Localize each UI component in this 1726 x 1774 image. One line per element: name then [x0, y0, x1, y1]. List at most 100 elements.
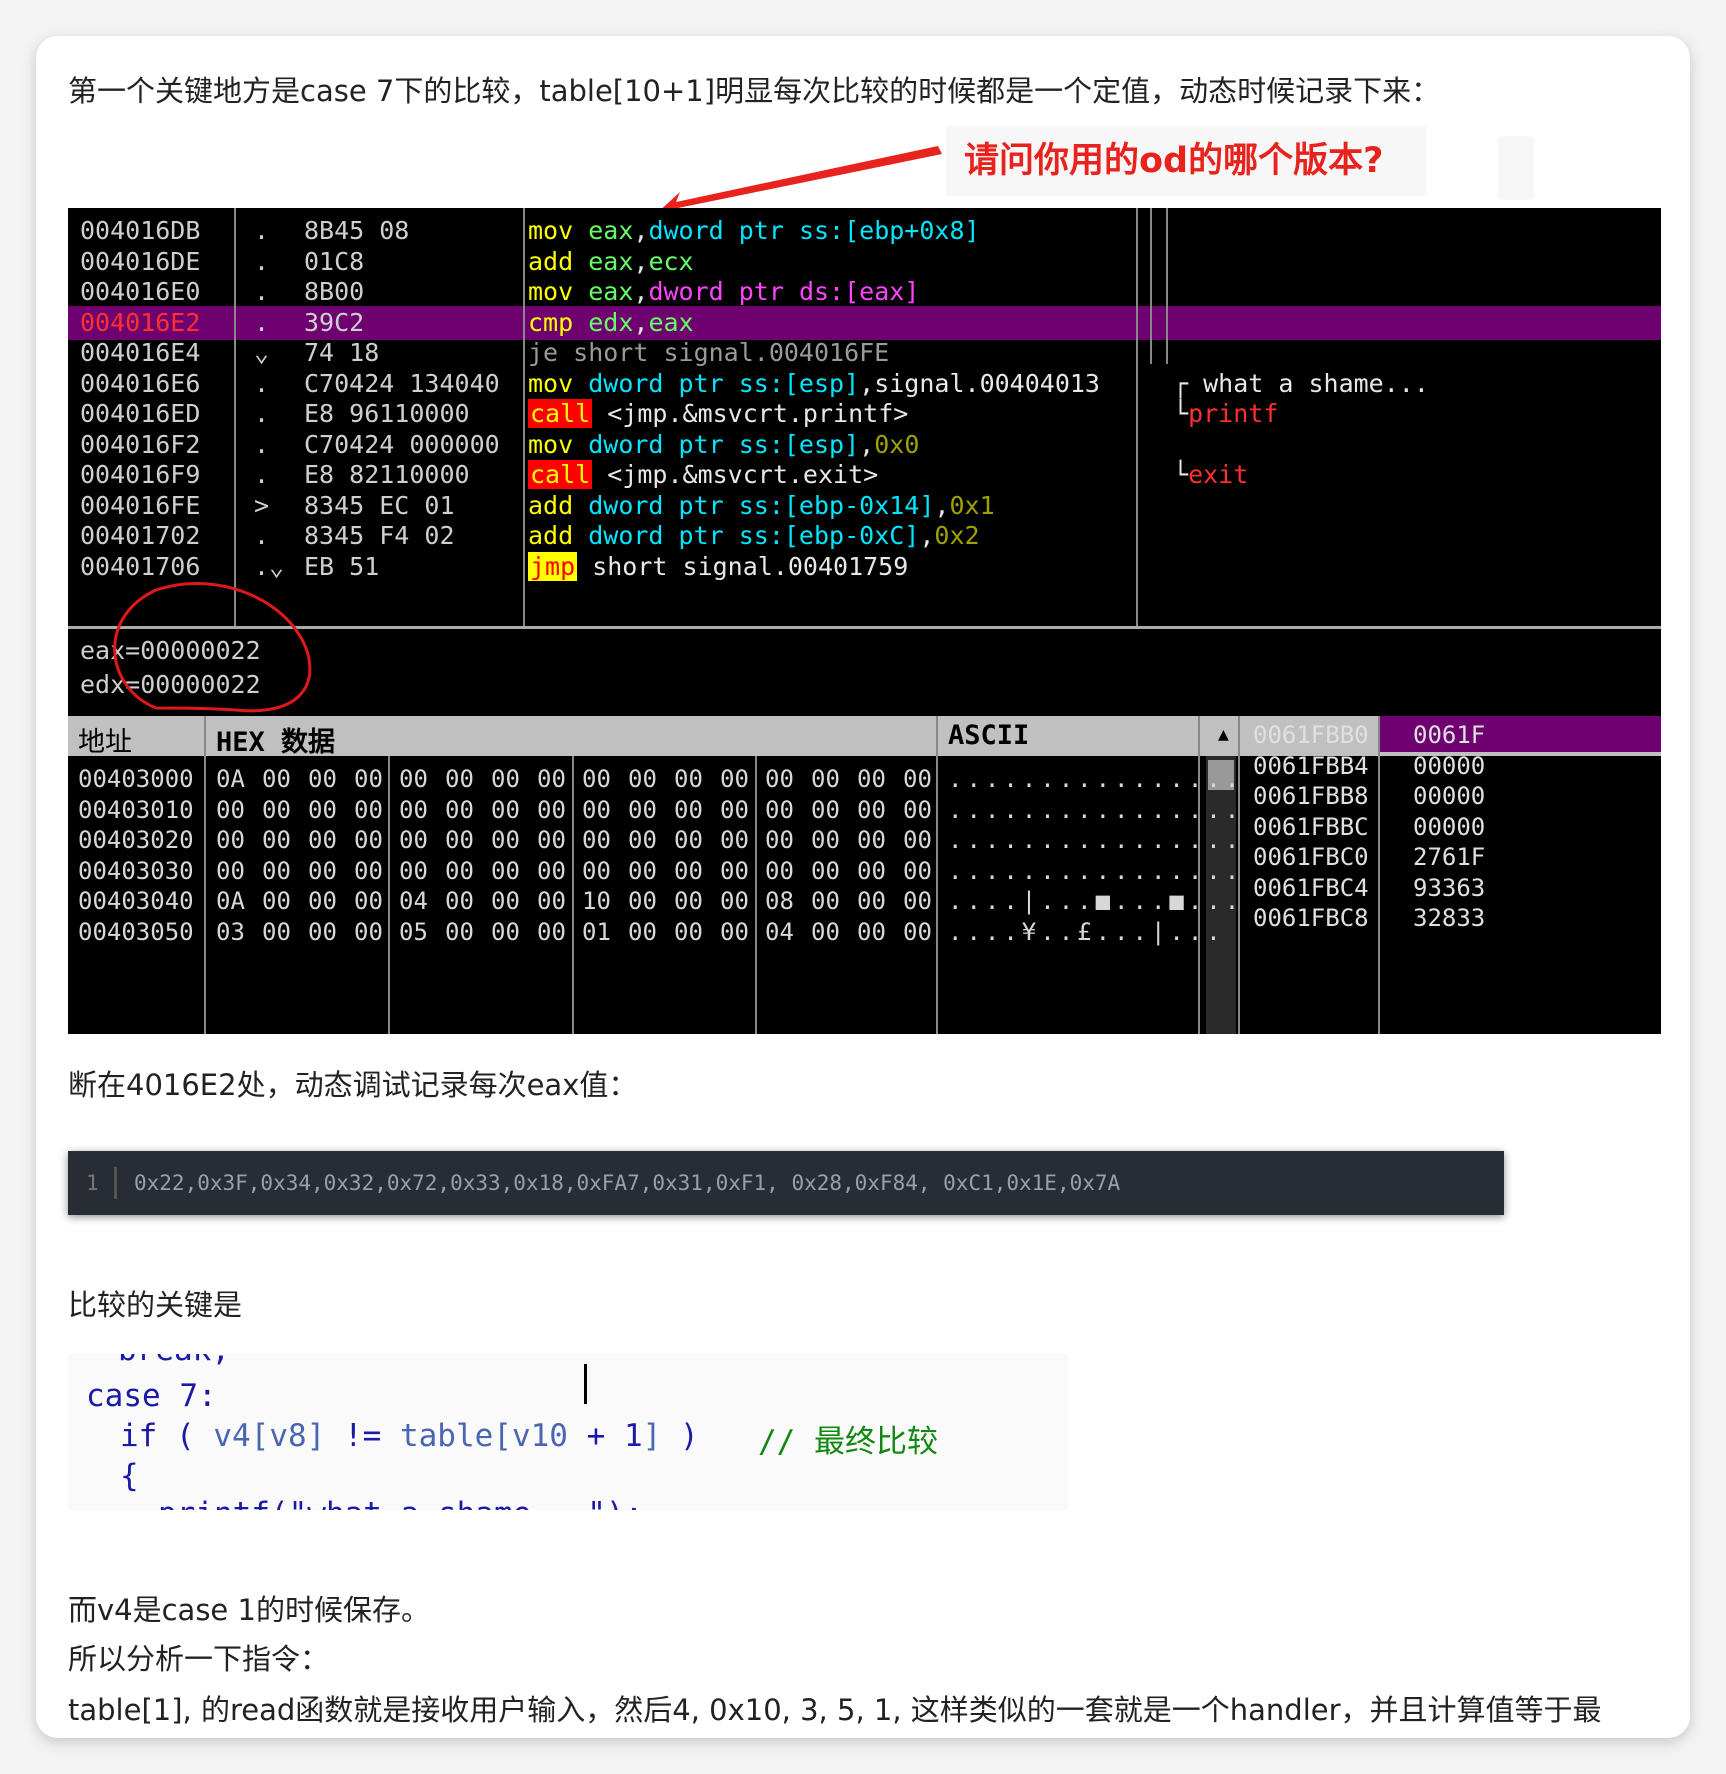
red-circle-annotation: [113, 582, 312, 713]
hex-byte: 00: [308, 765, 337, 793]
instr-address: 004016F9: [80, 460, 201, 489]
disasm-row[interactable]: 004016DE. 01C8 add eax,ecx: [68, 245, 1661, 279]
hex-byte: 00: [445, 826, 474, 854]
index-v8: [v8]: [250, 1418, 326, 1454]
col-divider: [204, 716, 206, 1034]
disasm-row[interactable]: 004016F9. E8 82110000 call <jmp.&msvcrt.ex…: [68, 458, 1661, 492]
hex-byte: 00: [857, 795, 886, 824]
instr-token: eax: [648, 307, 694, 337]
hex-byte: 00: [537, 795, 566, 824]
instr-hex: 8345 EC 01: [304, 490, 455, 520]
instr-token: add: [528, 490, 589, 520]
disasm-row[interactable]: 004016E4 ⌄ 74 18 je short signal.004016FE: [68, 336, 1661, 370]
hex-address: 00403040: [78, 887, 194, 915]
hex-byte: 00: [674, 917, 703, 946]
paragraph-key: 比较的关键是: [68, 1288, 243, 1322]
source-line-if: if ( v4[v8] != table[v10 + 1] ): [120, 1418, 699, 1454]
instr-token: ,: [633, 307, 649, 337]
col-divider: [1150, 208, 1152, 364]
col-divider: [1166, 208, 1168, 364]
col-divider: [1378, 716, 1380, 1034]
instr-hex: 8345 F4 02: [304, 521, 455, 550]
hex-byte: 00: [674, 856, 703, 885]
hex-byte: 00: [262, 887, 291, 915]
disasm-row[interactable]: 004016F2. C70424 000000 mov dword ptr ss:[…: [68, 428, 1661, 462]
instr-token: <jmp.&msvcrt.printf>: [592, 399, 909, 428]
disasm-row[interactable]: 00401702. 8345 F4 02 add dword ptr ss:[ebp…: [68, 519, 1661, 553]
hex-byte: 00: [903, 856, 932, 885]
hex-byte: 00: [354, 826, 383, 854]
instr-hex: 8B45 08: [304, 216, 410, 245]
instr-text: call <jmp.&msvcrt.exit>: [528, 458, 878, 492]
instr-token: mov: [528, 277, 589, 306]
hex-byte: 00: [354, 856, 383, 885]
stack-address[interactable]: 0061FBB4: [1253, 751, 1369, 781]
col-divider: [523, 208, 525, 626]
hex-byte: 00: [491, 826, 520, 854]
stack-address[interactable]: 0061FBC4: [1253, 873, 1369, 903]
source-line-printf: printf("what a shame...");: [158, 1496, 643, 1510]
hex-ascii: ....¥..£...|...: [948, 917, 1225, 946]
stack-address[interactable]: 0061FBB0: [1253, 720, 1369, 750]
hex-byte: 00: [903, 826, 932, 854]
instr-token: mov: [528, 429, 589, 459]
instr-token: ,: [859, 429, 875, 459]
hex-byte: 00: [857, 917, 886, 946]
disasm-row[interactable]: 004016E6. C70424 134040 mov dword ptr ss:[…: [68, 367, 1661, 401]
hex-byte: 00: [857, 856, 886, 885]
instr-address: 004016DE: [80, 246, 201, 276]
comment-token: exit: [1188, 460, 1249, 489]
disasm-row[interactable]: 004016ED. E8 96110000 call <jmp.&msvcrt.pr…: [68, 397, 1661, 431]
ghost-box: [1498, 136, 1534, 200]
header-address: 地址: [78, 727, 132, 758]
hex-byte: 0A: [216, 887, 245, 915]
if-keyword: if: [120, 1418, 158, 1454]
paragraph-analysis: 所以分析一下指令：: [68, 1642, 330, 1676]
scroll-up-icon[interactable]: ▲: [1218, 724, 1229, 745]
instr-hex: 8B00: [304, 277, 365, 306]
debugger-screenshot: 004016DB. 8B45 08 mov eax,dword ptr ss:[eb…: [68, 208, 1661, 1034]
hex-byte: 00: [811, 887, 840, 915]
comment-token: ┌ what a shame...: [1173, 368, 1429, 398]
source-comment: // 最终比较: [758, 1424, 938, 1460]
hex-byte: 00: [720, 856, 749, 885]
hex-ascii: ................: [948, 765, 1244, 793]
instr-token: ,: [633, 277, 649, 306]
hex-byte: 00: [537, 856, 566, 885]
hex-byte: 00: [537, 826, 566, 854]
hex-byte: 00: [491, 917, 520, 946]
instr-token: eax: [588, 216, 634, 245]
hex-byte: 00: [811, 795, 840, 824]
hex-byte: 00: [903, 795, 932, 824]
disasm-row[interactable]: 004016DB. 8B45 08 mov eax,dword ptr ss:[eb…: [68, 214, 1661, 248]
neq-op: !=: [325, 1418, 400, 1454]
hex-ascii: ................: [948, 795, 1244, 824]
hex-byte: 00: [491, 795, 520, 824]
paren: (: [157, 1418, 214, 1454]
hex-byte: 00: [399, 765, 428, 793]
hex-byte: 00: [445, 856, 474, 885]
disasm-row[interactable]: 004016FE >8345 EC 01 add dword ptr ss:[ebp…: [68, 489, 1661, 523]
hex-byte: 00: [811, 917, 840, 946]
jump-mark: ⌄: [254, 338, 270, 367]
instr-hex: 01C8: [304, 246, 365, 276]
stack-address[interactable]: 0061FBB8: [1253, 781, 1369, 811]
line-number: 1: [86, 1171, 99, 1195]
instr-token: add: [528, 246, 589, 276]
stack-address[interactable]: 0061FBC0: [1253, 842, 1369, 872]
hex-group-divider: [388, 756, 390, 1034]
instr-token: add: [528, 521, 589, 550]
hex-byte: 04: [399, 887, 428, 915]
disasm-row[interactable]: 004016E2. 39C2 cmp edx,eax: [68, 305, 1661, 340]
instr-text: mov dword ptr ss:[esp],0x0: [528, 428, 919, 462]
instr-token: call: [528, 460, 593, 489]
col-divider: [1136, 208, 1138, 626]
instr-comment: ┌ what a shame...: [1173, 367, 1429, 401]
hex-group-divider: [572, 756, 574, 1034]
disasm-row[interactable]: 004016E0. 8B00 mov eax,dword ptr ds:[eax]: [68, 275, 1661, 309]
stack-address[interactable]: 0061FBBC: [1253, 812, 1369, 842]
stack-value: 00000: [1413, 751, 1486, 780]
instr-text: cmp edx,eax: [528, 306, 694, 340]
stack-address[interactable]: 0061FBC8: [1253, 903, 1369, 933]
hex-byte: 00: [354, 887, 383, 915]
